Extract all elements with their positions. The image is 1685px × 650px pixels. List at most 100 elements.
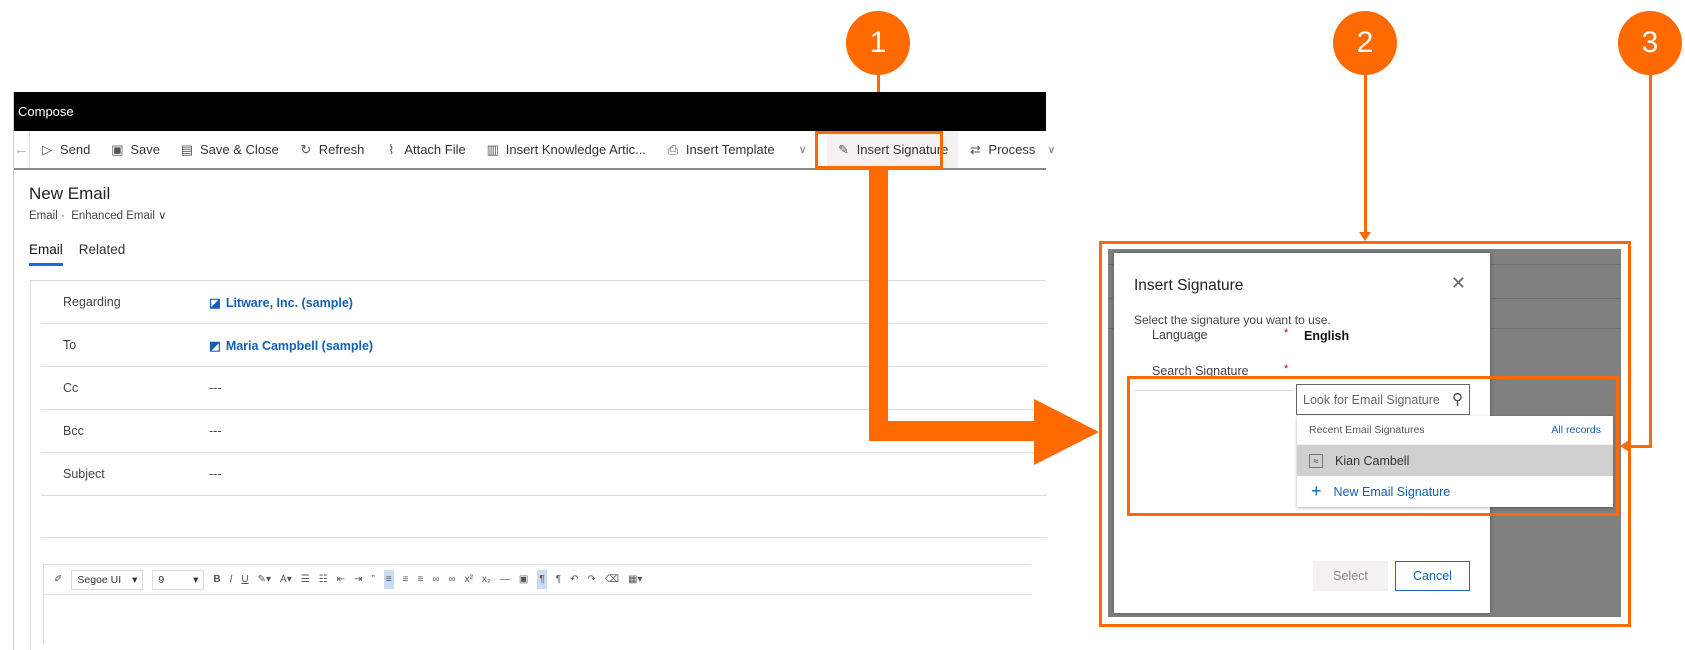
insert-knowledge-label: Insert Knowledge Artic... [505, 142, 646, 157]
arrow-left-icon: ← [14, 141, 29, 158]
entity-name: Email [29, 210, 58, 222]
process-button[interactable]: ⇄ Process ∨ [958, 131, 1071, 168]
callout-3-line [1649, 75, 1652, 448]
field-spacer [41, 496, 1047, 538]
send-icon: ▷ [42, 141, 52, 157]
chevron-down-icon[interactable]: ∨ [793, 143, 813, 156]
unlink-icon[interactable]: ∞ [448, 574, 455, 585]
redo-icon[interactable]: ↷ [587, 574, 595, 585]
callout-2-line [1364, 75, 1367, 235]
superscript-icon[interactable]: x² [465, 574, 473, 585]
clear-format-icon[interactable]: ⌫ [605, 574, 619, 585]
process-label: Process [988, 142, 1036, 157]
tab-email[interactable]: Email [29, 242, 63, 266]
outdent-icon[interactable]: ⇤ [337, 574, 345, 585]
email-form: Regarding ◪ Litware, Inc. (sample) To ◩ Mari… [30, 280, 1047, 650]
align-left-icon[interactable]: ≡ [383, 570, 394, 589]
callout-2-arrowhead [1359, 232, 1371, 241]
chevron-down-icon[interactable]: ∨ [158, 210, 166, 222]
editor-toolbar: ✐ Segoe UI ▾ 9 ▾ BIU ✎▾ A▾ ☰ ☷ ⇤ ⇥ ” ≡ ≡ ≡ ∞ ∞ x²… [44, 565, 1032, 595]
required-marker: * [1284, 327, 1289, 339]
save-close-icon: ▤ [180, 141, 194, 157]
align-center-icon[interactable]: ≡ [403, 574, 409, 585]
select-button[interactable]: Select [1313, 561, 1388, 591]
to-lookup[interactable]: ◩ Maria Campbell (sample) [209, 338, 373, 354]
rtl-icon[interactable]: ¶ [556, 574, 561, 585]
numbered-list-icon[interactable]: ☷ [319, 574, 328, 585]
back-button[interactable]: ← [14, 131, 30, 168]
font-family-select[interactable]: Segoe UI ▾ [71, 569, 144, 590]
attach-file-button[interactable]: ⌇ Attach File [374, 131, 475, 168]
record-header: New Email Email · Enhanced Email ∨ [29, 184, 167, 222]
field-cc[interactable]: Cc --- [41, 367, 1047, 410]
field-value[interactable]: --- [209, 381, 222, 395]
chevron-down-icon: ∨ [1047, 144, 1056, 156]
insert-signature-highlight [815, 131, 943, 169]
field-label: Cc [63, 381, 79, 395]
quote-icon[interactable]: ” [371, 574, 374, 585]
field-value[interactable]: --- [209, 467, 222, 481]
refresh-button[interactable]: ↻ Refresh [289, 131, 375, 168]
refresh-icon: ↻ [300, 141, 312, 157]
field-value[interactable]: Maria Campbell (sample) [226, 339, 373, 353]
bold-icon[interactable]: B [213, 574, 220, 585]
highlight-icon[interactable]: ✎▾ [258, 574, 271, 585]
attach-file-label: Attach File [404, 142, 466, 157]
horizontal-line-icon[interactable]: — [500, 574, 510, 585]
flow-arrow-vertical [869, 168, 888, 441]
form-selector[interactable]: Enhanced Email [71, 210, 155, 222]
insert-template-label: Insert Template [685, 142, 775, 157]
size-value: 9 [158, 573, 165, 586]
dialog-title: Insert Signature [1134, 277, 1244, 294]
paperclip-icon: ⌇ [388, 141, 395, 157]
callout-3: 3 [1618, 11, 1682, 75]
table-icon[interactable]: ▦▾ [628, 574, 642, 585]
refresh-label: Refresh [318, 142, 365, 157]
field-label: Subject [63, 467, 105, 481]
regarding-lookup[interactable]: ◪ Litware, Inc. (sample) [209, 295, 353, 311]
insert-knowledge-button[interactable]: ▥ Insert Knowledge Artic... [476, 131, 656, 168]
language-label: Language [1152, 328, 1208, 342]
field-regarding: Regarding ◪ Litware, Inc. (sample) [41, 281, 1047, 324]
dialog-subtitle: Select the signature you want to use. [1134, 313, 1331, 327]
callout-3-line-h [1628, 445, 1652, 448]
field-label: To [63, 338, 77, 352]
save-button[interactable]: ▣ Save [100, 131, 170, 168]
field-value[interactable]: --- [209, 424, 222, 438]
language-value: English [1304, 329, 1350, 343]
insert-template-button[interactable]: ⎙ Insert Template [656, 131, 785, 168]
format-painter-icon[interactable]: ✐ [54, 574, 62, 585]
process-icon: ⇄ [969, 141, 981, 157]
field-subject[interactable]: Subject --- [41, 453, 1047, 496]
image-icon[interactable]: ▣ [519, 574, 528, 585]
callout-2: 2 [1333, 11, 1397, 75]
send-button[interactable]: ▷ Send [30, 131, 100, 168]
font-color-icon[interactable]: A▾ [280, 574, 292, 585]
template-icon: ⎙ [667, 141, 679, 157]
link-icon[interactable]: ∞ [432, 574, 439, 585]
field-value[interactable]: Litware, Inc. (sample) [226, 296, 353, 310]
save-close-button[interactable]: ▤ Save & Close [170, 131, 289, 168]
contact-icon: ◩ [209, 339, 221, 353]
italic-icon[interactable]: I [230, 574, 233, 585]
rich-text-editor[interactable]: ✐ Segoe UI ▾ 9 ▾ BIU ✎▾ A▾ ☰ ☷ ⇤ ⇥ ” ≡ ≡ ≡ ∞ ∞ x²… [43, 564, 1032, 644]
bullet-list-icon[interactable]: ☰ [301, 574, 310, 585]
underline-icon[interactable]: U [241, 574, 248, 585]
separator: · [60, 210, 65, 222]
account-icon: ◪ [209, 296, 221, 310]
subscript-icon[interactable]: x₂ [482, 574, 491, 585]
undo-icon[interactable]: ↶ [570, 574, 578, 585]
callout-1: 1 [846, 11, 910, 75]
tab-related[interactable]: Related [79, 242, 126, 266]
flow-arrow-horizontal [869, 421, 1037, 441]
window-title: Compose [14, 92, 1046, 131]
cancel-button[interactable]: Cancel [1395, 561, 1470, 591]
page-title: New Email [29, 184, 111, 203]
font-size-select[interactable]: 9 ▾ [152, 569, 205, 590]
save-icon: ▣ [111, 141, 124, 157]
ltr-icon[interactable]: ¶ [537, 570, 547, 589]
field-label: Regarding [63, 295, 121, 309]
close-icon[interactable]: ✕ [1451, 273, 1466, 294]
align-right-icon[interactable]: ≡ [418, 574, 424, 585]
indent-icon[interactable]: ⇥ [354, 574, 362, 585]
